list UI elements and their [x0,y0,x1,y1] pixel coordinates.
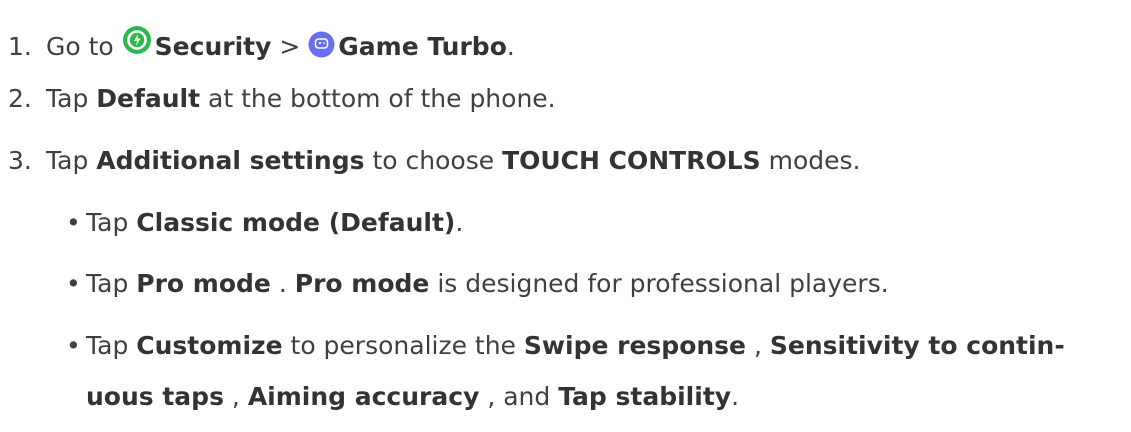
bullet-item-customize-continued: uous taps , Aiming accuracy , and Tap st… [86,382,740,411]
bullet-mark: • [66,269,81,298]
step-number: 3. [8,146,32,175]
game-turbo-icon [308,31,335,58]
bullet-mark: • [66,208,81,237]
bullet-item-pro-mode: • Tap Pro mode . Pro mode is designed for… [66,269,889,298]
instructions-document: 1. Go to Security > Game Turbo. 2. Tap Def… [0,0,1131,432]
step-number: 2. [8,84,32,113]
bullet-item-classic-mode: • Tap Classic mode (Default). [66,208,464,237]
bullet-mark: • [66,331,81,360]
game-turbo-label: Game Turbo [338,32,507,61]
step-3: 3. Tap Additional settings to choose TOUC… [8,146,861,175]
security-icon [122,25,152,55]
step-2: 2. Tap Default at the bottom of the phone… [8,84,556,113]
step-number: 1. [8,32,32,61]
security-label: Security [154,32,272,61]
step-1: 1. Go to Security > Game Turbo. [8,25,515,59]
bullet-item-customize: • Tap Customize to personalize the Swipe … [66,331,1065,360]
